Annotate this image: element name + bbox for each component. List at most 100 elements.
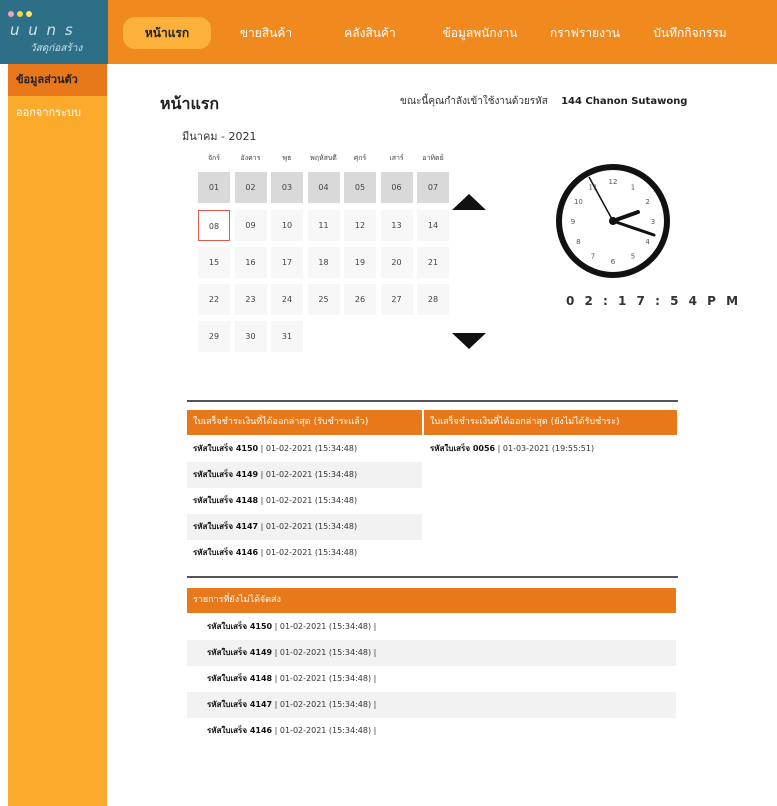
arrow-down-icon[interactable] bbox=[452, 333, 486, 349]
calendar-day[interactable]: 29 bbox=[198, 321, 230, 352]
calendar-day[interactable]: 30 bbox=[234, 321, 267, 352]
nav-inventory[interactable]: คลังสินค้า bbox=[330, 17, 410, 49]
pending-delivery-header: รายการที่ยังไม่ได้จัดส่ง bbox=[187, 588, 676, 613]
calendar-day[interactable]: 31 bbox=[271, 321, 303, 352]
receipt-code: รหัสใบเสร็จ 4148 bbox=[207, 674, 273, 683]
calendar-day[interactable]: 24 bbox=[271, 284, 303, 315]
nav-sales[interactable]: ขายสินค้า bbox=[226, 17, 306, 49]
calendar-day[interactable]: 12 bbox=[344, 210, 376, 241]
brand-logo[interactable]: u u n s วัสดุก่อสร้าง bbox=[0, 0, 108, 64]
weekday-label: ศุกร์ bbox=[353, 154, 367, 162]
calendar-day[interactable]: 28 bbox=[417, 284, 449, 315]
receipt-datetime: | 01-02-2021 (15:34:48) bbox=[258, 548, 358, 557]
table-row[interactable]: รหัสใบเสร็จ 4146 | 01-02-2021 (15:34:48) bbox=[187, 540, 422, 566]
calendar-day-today[interactable]: 08 bbox=[198, 210, 230, 241]
calendar-day[interactable]: 09 bbox=[234, 210, 267, 241]
analog-clock: 121234567891011 bbox=[556, 164, 670, 278]
table-row[interactable]: รหัสใบเสร็จ 4150 | 01-02-2021 (15:34:48) bbox=[187, 436, 422, 462]
nav-home[interactable]: หน้าแรก bbox=[123, 17, 211, 49]
receipt-datetime: | 01-02-2021 (15:34:48) bbox=[258, 522, 358, 531]
calendar-day[interactable]: 16 bbox=[234, 247, 267, 278]
paid-receipts-header: ใบเสร็จชำระเงินที่ได้ออกล่าสุด (รับชำระแ… bbox=[187, 410, 422, 435]
calendar-day[interactable]: 07 bbox=[417, 172, 449, 203]
receipt-datetime: | 01-02-2021 (15:34:48) bbox=[258, 496, 358, 505]
calendar-day[interactable]: 25 bbox=[307, 284, 340, 315]
receipt-code: รหัสใบเสร็จ 4147 bbox=[207, 700, 273, 709]
calendar-day[interactable]: 03 bbox=[271, 172, 303, 203]
weekday-label: อาทิตย์ bbox=[422, 154, 444, 162]
receipt-code: รหัสใบเสร็จ 4150 bbox=[207, 622, 273, 631]
calendar-day[interactable]: 18 bbox=[307, 247, 340, 278]
clock-number: 4 bbox=[645, 238, 650, 246]
calendar-day[interactable]: 26 bbox=[344, 284, 376, 315]
receipt-datetime: | 01-02-2021 (15:34:48) | bbox=[272, 700, 377, 709]
receipt-code: รหัสใบเสร็จ 0056 bbox=[430, 444, 496, 453]
weekday-label: อังคาร bbox=[240, 154, 261, 162]
calendar-day[interactable]: 20 bbox=[380, 247, 413, 278]
calendar-day[interactable]: 19 bbox=[344, 247, 376, 278]
table-row[interactable]: รหัสใบเสร็จ 4147 | 01-02-2021 (15:34:48)… bbox=[187, 692, 676, 718]
receipt-code: รหัสใบเสร็จ 4150 bbox=[193, 444, 259, 453]
calendar-day[interactable]: 22 bbox=[198, 284, 230, 315]
sidebar-item-logout[interactable]: ออกจากระบบ bbox=[8, 97, 107, 129]
brand-title: u u n s bbox=[10, 21, 75, 39]
calendar-day[interactable]: 06 bbox=[380, 172, 413, 203]
calendar-day[interactable]: 04 bbox=[307, 172, 340, 203]
receipt-code: รหัสใบเสร็จ 4149 bbox=[207, 648, 273, 657]
clock-number: 7 bbox=[591, 253, 595, 261]
receipt-code: รหัสใบเสร็จ 4148 bbox=[193, 496, 259, 505]
clock-center bbox=[609, 217, 617, 225]
sidebar-item-profile[interactable]: ข้อมูลส่วนตัว bbox=[8, 64, 107, 96]
calendar-day[interactable]: 13 bbox=[380, 210, 413, 241]
weekday-label: พฤหัสบดี bbox=[310, 154, 337, 162]
receipt-datetime: | 01-02-2021 (15:34:48) bbox=[258, 470, 358, 479]
table-row[interactable]: รหัสใบเสร็จ 4149 | 01-02-2021 (15:34:48) bbox=[187, 462, 422, 488]
nav-activity-log[interactable]: บันทึกกิจกรรม bbox=[640, 17, 740, 49]
receipt-datetime: | 01-02-2021 (15:34:48) | bbox=[272, 674, 377, 683]
table-row[interactable]: รหัสใบเสร็จ 4148 | 01-02-2021 (15:34:48)… bbox=[187, 666, 676, 692]
clock-number: 10 bbox=[574, 198, 583, 206]
logged-in-user: 144 Chanon Sutawong bbox=[561, 96, 688, 107]
table-row[interactable]: รหัสใบเสร็จ 4147 | 01-02-2021 (15:34:48) bbox=[187, 514, 422, 540]
table-row[interactable]: รหัสใบเสร็จ 4149 | 01-02-2021 (15:34:48)… bbox=[187, 640, 676, 666]
table-row[interactable]: รหัสใบเสร็จ 4150 | 01-02-2021 (15:34:48)… bbox=[187, 614, 676, 640]
section-divider bbox=[187, 400, 678, 402]
clock-number: 9 bbox=[571, 218, 575, 226]
calendar-day[interactable]: 10 bbox=[271, 210, 303, 241]
receipt-datetime: | 01-02-2021 (15:34:48) | bbox=[272, 622, 377, 631]
weekday-label: พุธ bbox=[282, 154, 292, 162]
calendar-day[interactable]: 01 bbox=[198, 172, 230, 203]
table-row[interactable]: รหัสใบเสร็จ 4146 | 01-02-2021 (15:34:48)… bbox=[187, 718, 676, 744]
calendar-day[interactable]: 05 bbox=[344, 172, 376, 203]
clock-number: 6 bbox=[611, 258, 616, 266]
nav-employees[interactable]: ข้อมูลพนักงาน bbox=[430, 17, 530, 49]
receipt-code: รหัสใบเสร็จ 4146 bbox=[207, 726, 273, 735]
dot-icon bbox=[8, 11, 14, 17]
weekday-label: เสาร์ bbox=[389, 154, 404, 162]
sidebar: ข้อมูลส่วนตัว ออกจากระบบ bbox=[8, 64, 107, 806]
clock-number: 5 bbox=[631, 253, 635, 261]
table-row[interactable]: รหัสใบเสร็จ 4148 | 01-02-2021 (15:34:48) bbox=[187, 488, 422, 514]
calendar-day[interactable]: 02 bbox=[234, 172, 267, 203]
receipt-datetime: | 01-02-2021 (15:34:48) bbox=[258, 444, 358, 453]
calendar-day[interactable]: 27 bbox=[380, 284, 413, 315]
arrow-up-icon[interactable] bbox=[452, 194, 486, 210]
weekday-label: จักร์ bbox=[207, 154, 221, 162]
calendar-day[interactable]: 23 bbox=[234, 284, 267, 315]
receipt-datetime: | 01-02-2021 (15:34:48) | bbox=[272, 726, 377, 735]
calendar-day[interactable]: 21 bbox=[417, 247, 449, 278]
calendar-day[interactable]: 14 bbox=[417, 210, 449, 241]
clock-number: 2 bbox=[645, 198, 649, 206]
nav-report-graph[interactable]: กราฟรายงาน bbox=[540, 17, 630, 49]
section-divider bbox=[187, 576, 678, 578]
calendar-month-label: มีนาคม - 2021 bbox=[182, 130, 257, 143]
login-info: ขณะนี้คุณกำลังเข้าใช้งานด้วยรหัส 144 Cha… bbox=[400, 94, 687, 109]
receipt-datetime: | 01-02-2021 (15:34:48) | bbox=[272, 648, 377, 657]
receipt-code: รหัสใบเสร็จ 4147 bbox=[193, 522, 259, 531]
calendar-day[interactable]: 11 bbox=[307, 210, 340, 241]
calendar-day[interactable]: 15 bbox=[198, 247, 230, 278]
calendar-day[interactable]: 17 bbox=[271, 247, 303, 278]
clock-number: 3 bbox=[651, 218, 655, 226]
receipt-code: รหัสใบเสร็จ 4149 bbox=[193, 470, 259, 479]
table-row[interactable]: รหัสใบเสร็จ 0056 | 01-03-2021 (19:55:51) bbox=[424, 436, 677, 462]
